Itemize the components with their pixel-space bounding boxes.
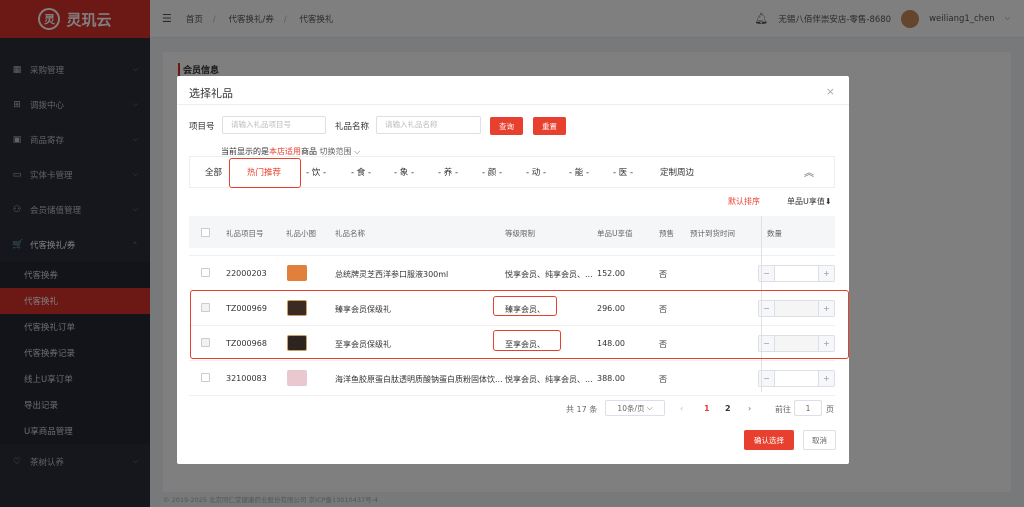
highlight-level-box [493,330,561,351]
switch-scope-link[interactable]: 切换范围 ⌵ [320,147,361,156]
cancel-button[interactable]: 取消 [803,430,836,450]
goto-label: 前往 [775,405,791,414]
category-neng[interactable]: - 能 - [569,166,589,178]
prev-page-icon[interactable]: ‹ [680,404,683,413]
page-size-select[interactable]: 10条/页 ⌵ [605,400,665,416]
reset-button[interactable]: 重置 [533,117,566,135]
hot-category-highlight [229,158,301,188]
category-dong[interactable]: - 动 - [526,166,546,178]
collapse-icon[interactable]: ︽ [804,164,814,179]
chevron-down-icon: ⌵ [646,403,653,412]
gift-name-label: 礼品名称 [335,122,370,132]
select-all-checkbox[interactable] [201,228,210,237]
query-button[interactable]: 查询 [490,117,523,135]
category-food[interactable]: - 食 - [351,166,371,178]
item-no-label: 项目号 [189,122,215,132]
category-all[interactable]: 全部 [205,166,222,178]
confirm-button[interactable]: 确认选择 [744,430,794,450]
plus-icon[interactable]: + [818,371,834,386]
quantity-stepper[interactable]: − + [758,370,835,387]
sort-default[interactable]: 默认排序 [728,196,760,207]
category-yang[interactable]: - 养 - [438,166,458,178]
table-row[interactable]: 22000203 总统牌灵芝西洋参口服液300ml 悦享会员、纯享会员、... … [189,256,835,291]
row-checkbox[interactable] [201,268,210,277]
row-checkbox[interactable] [201,373,210,382]
item-no-input[interactable]: 请输入礼品项目号 [222,116,326,134]
category-yi[interactable]: - 医 - [613,166,633,178]
scope-highlight: 本店适用 [269,147,301,156]
category-custom[interactable]: 定制周边 [660,166,694,178]
close-icon[interactable]: × [826,85,835,98]
table-row[interactable]: 32100083 海洋鱼胶原蛋白肽透明质酸钠蛋白质粉固体饮... 悦享会员、纯享… [189,361,835,396]
page-2[interactable]: 2 [725,404,731,413]
dialog-title: 选择礼品 [189,87,233,100]
gift-name-input[interactable]: 请输入礼品名称 [376,116,481,134]
page-unit: 页 [826,405,834,414]
page-1[interactable]: 1 [704,404,710,413]
category-drink[interactable]: - 饮 - [306,166,326,178]
category-xiang[interactable]: - 象 - [394,166,414,178]
plus-icon[interactable]: + [818,266,834,281]
page-jump-input[interactable]: 1 [794,400,822,416]
highlight-level-box [493,296,557,316]
select-gift-dialog: 选择礼品 × 项目号 请输入礼品项目号 礼品名称 请输入礼品名称 查询 重置 当… [177,76,849,464]
next-page-icon[interactable]: › [748,404,751,413]
gift-thumbnail [287,265,307,281]
pager-total: 共 17 条 [566,405,598,414]
sort-price[interactable]: 单品U享值⬇ [787,196,832,207]
gift-thumbnail [287,370,307,386]
category-yan[interactable]: - 颜 - [482,166,502,178]
quantity-stepper[interactable]: − + [758,265,835,282]
table-header: 礼品项目号 礼品小图 礼品名称 等级限制 单品U享值 预售 预计到货时间 数量 [189,216,835,248]
